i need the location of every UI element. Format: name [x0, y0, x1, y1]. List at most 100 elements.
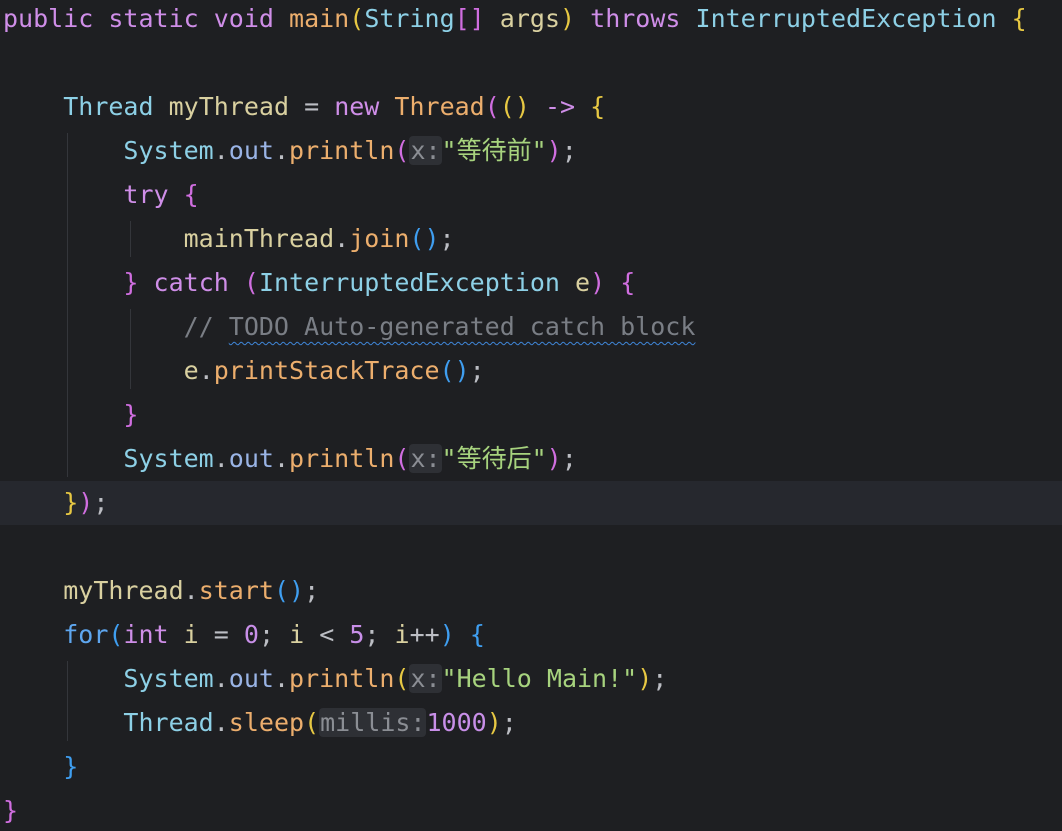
- code-token: System: [123, 444, 214, 473]
- code-token: (: [108, 620, 124, 649]
- code-token: {: [183, 180, 199, 209]
- code-token: void: [213, 4, 274, 33]
- code-line[interactable]: Thread myThread = new Thread(() -> {: [0, 85, 1062, 129]
- code-line[interactable]: [0, 41, 1062, 85]
- code-token: e: [575, 268, 591, 297]
- code-line[interactable]: } catch (InterruptedException e) {: [0, 261, 1062, 305]
- code-token: start: [198, 576, 274, 605]
- code-token: .: [183, 576, 199, 605]
- code-token: sleep: [228, 708, 305, 737]
- code-line[interactable]: myThread.start();: [0, 569, 1062, 613]
- code-token: (): [409, 224, 440, 253]
- code-line[interactable]: e.printStackTrace();: [0, 349, 1062, 393]
- code-token: myThread: [168, 92, 290, 121]
- code-token: (): [273, 576, 305, 605]
- code-token: catch: [153, 268, 229, 297]
- code-token: System: [123, 664, 214, 693]
- code-token: (): [439, 356, 470, 385]
- code-token: (): [499, 92, 530, 121]
- code-line[interactable]: }: [0, 745, 1062, 789]
- code-line[interactable]: Thread.sleep(millis:1000);: [0, 701, 1062, 745]
- code-token: }: [123, 268, 139, 297]
- code-token: ;: [561, 136, 577, 165]
- code-token: "等待后": [441, 444, 547, 473]
- code-token: .: [213, 664, 229, 693]
- code-line[interactable]: }: [0, 393, 1062, 437]
- code-token: println: [289, 664, 395, 693]
- code-line[interactable]: System.out.println(x:"等待后");: [0, 437, 1062, 481]
- code-token: }: [123, 400, 139, 429]
- code-token: mainThread: [183, 224, 335, 253]
- code-token: ): [486, 708, 502, 737]
- code-token: 1000: [426, 708, 487, 737]
- code-token: main: [289, 4, 350, 33]
- code-line[interactable]: for(int i = 0; i < 5; i++) {: [0, 613, 1062, 657]
- code-token: {: [620, 268, 636, 297]
- code-token: Thread: [394, 92, 485, 121]
- code-token: printStackTrace: [213, 356, 440, 385]
- code-line[interactable]: System.out.println(x:"等待前");: [0, 129, 1062, 173]
- code-line[interactable]: }: [0, 789, 1062, 831]
- code-token: .: [213, 444, 229, 473]
- code-token: try: [123, 180, 169, 209]
- code-line-current[interactable]: });: [0, 481, 1062, 525]
- code-token: Thread: [123, 708, 214, 737]
- code-token: InterruptedException: [258, 268, 560, 297]
- code-line[interactable]: // TODO Auto-generated catch block: [0, 305, 1062, 349]
- code-token: ;: [258, 620, 275, 649]
- parameter-hint: millis:: [319, 708, 427, 737]
- code-token: ;: [304, 576, 320, 605]
- code-editor[interactable]: public static void main(String[] args) t…: [0, 0, 1062, 831]
- code-line[interactable]: public static void main(String[] args) t…: [0, 0, 1062, 41]
- code-token: =: [304, 92, 320, 121]
- code-token: new: [334, 92, 380, 121]
- code-token: (: [484, 92, 500, 121]
- code-token: }: [63, 488, 79, 517]
- code-token: (: [349, 4, 365, 33]
- code-token: for: [63, 620, 109, 649]
- code-token: "等待前": [441, 136, 547, 165]
- code-token: //: [183, 312, 229, 341]
- code-line[interactable]: [0, 525, 1062, 569]
- code-token: .: [213, 708, 229, 737]
- code-token: ++: [409, 620, 440, 649]
- code-token: (: [394, 136, 410, 165]
- code-token: (: [304, 708, 320, 737]
- code-token: println: [289, 136, 395, 165]
- code-token: String: [364, 4, 455, 33]
- code-token: "Hello Main!": [441, 664, 638, 693]
- code-token: ;: [652, 664, 668, 693]
- code-token: static: [108, 4, 199, 33]
- code-token: }: [63, 752, 79, 781]
- code-token: out: [228, 664, 274, 693]
- code-token: .: [213, 136, 229, 165]
- code-token: {: [590, 92, 606, 121]
- code-line[interactable]: System.out.println(x:"Hello Main!");: [0, 657, 1062, 701]
- code-token: (: [394, 664, 410, 693]
- code-line[interactable]: mainThread.join();: [0, 217, 1062, 261]
- code-line[interactable]: try {: [0, 173, 1062, 217]
- code-token: join: [349, 224, 410, 253]
- code-token: .: [273, 444, 290, 473]
- code-token: .: [273, 136, 290, 165]
- code-token: i: [289, 620, 305, 649]
